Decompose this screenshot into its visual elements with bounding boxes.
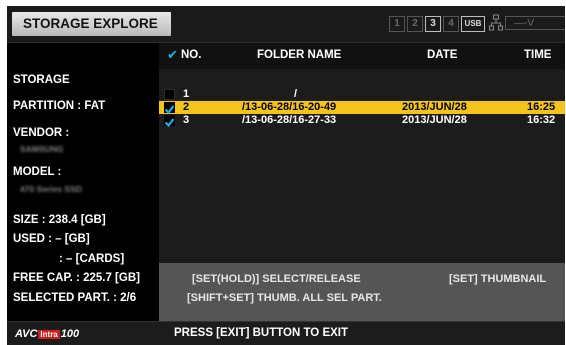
row-date: 2013/JUN/28 bbox=[402, 114, 467, 126]
screen-title: STORAGE EXPLORE bbox=[12, 12, 171, 36]
network-icon bbox=[489, 14, 503, 37]
slot-4-indicator: 4 bbox=[443, 16, 459, 32]
help-select-release: [SET(HOLD)] SELECT/RELEASE bbox=[192, 273, 361, 285]
usb-indicator: USB bbox=[461, 16, 485, 32]
cards-info: : – [CARDS] bbox=[59, 253, 125, 265]
avc-intra-logo: AVC Intra 100 bbox=[15, 327, 79, 341]
used-info: USED : – [GB] bbox=[13, 233, 90, 245]
column-header-date: DATE bbox=[427, 49, 458, 61]
storage-info-panel: STORAGE PARTITION : FAT VENDOR : SAMSUNG… bbox=[7, 43, 159, 321]
row-folder-name: / bbox=[294, 88, 298, 100]
row-date: 2013/JUN/28 bbox=[402, 101, 467, 113]
row-folder-name: /13-06-28/16-27-33 bbox=[242, 114, 337, 126]
model-value: 470 Series SSD bbox=[20, 184, 82, 194]
slot-3-indicator: 3 bbox=[425, 16, 441, 32]
row-folder-name: /13-06-28/16-20-49 bbox=[242, 101, 337, 113]
top-bar: STORAGE EXPLORE 1 2 3 4 USB —-V bbox=[7, 6, 565, 43]
column-header-folder-name: FOLDER NAME bbox=[257, 49, 342, 61]
row-checkbox[interactable] bbox=[164, 89, 175, 100]
row-time: 16:32 bbox=[527, 114, 556, 126]
help-thumb-all: [SHIFT+SET] THUMB. ALL SEL PART. bbox=[187, 292, 382, 304]
check-column-header-icon: ✔ bbox=[167, 47, 178, 62]
folder-list-panel: ✔ NO. FOLDER NAME DATE TIME 1 / 2 /13-06… bbox=[159, 43, 565, 321]
column-header-no: NO. bbox=[181, 49, 202, 61]
row-number: 3 bbox=[183, 114, 190, 126]
model-label: MODEL : bbox=[13, 166, 62, 178]
selected-partition-info: SELECTED PART. : 2/6 bbox=[13, 292, 137, 304]
slot-2-indicator: 2 bbox=[407, 16, 423, 32]
operation-help-panel: [SET(HOLD)] SELECT/RELEASE [SET] THUMBNA… bbox=[159, 263, 565, 321]
logo-number-text: 100 bbox=[60, 328, 80, 340]
slot-1-indicator: 1 bbox=[389, 16, 405, 32]
partition-info: PARTITION : FAT bbox=[13, 100, 106, 112]
row-number: 2 bbox=[183, 101, 190, 113]
logo-avc-text: AVC bbox=[15, 328, 38, 340]
table-row-selected[interactable]: 2 /13-06-28/16-20-49 2013/JUN/28 16:25 bbox=[159, 101, 565, 115]
row-number: 1 bbox=[183, 88, 190, 100]
storage-heading: STORAGE bbox=[13, 74, 70, 86]
exit-instruction: PRESS [EXIT] BUTTON TO EXIT bbox=[174, 327, 349, 339]
table-row[interactable]: 1 / bbox=[159, 88, 565, 101]
row-time: 16:25 bbox=[527, 101, 556, 113]
table-header: ✔ NO. FOLDER NAME DATE TIME bbox=[159, 43, 565, 69]
mode-indicator: —-V bbox=[505, 16, 565, 30]
row-checkbox-checked[interactable] bbox=[164, 102, 175, 115]
vendor-value: SAMSUNG bbox=[20, 144, 64, 154]
vendor-label: VENDOR : bbox=[13, 127, 70, 139]
logo-intra-text: Intra bbox=[38, 330, 60, 339]
storage-explore-screen: STORAGE EXPLORE 1 2 3 4 USB —-V STORAGE … bbox=[7, 6, 565, 345]
size-info: SIZE : 238.4 [GB] bbox=[13, 214, 106, 226]
folder-list: 1 / 2 /13-06-28/16-20-49 2013/JUN/28 16:… bbox=[159, 69, 565, 263]
bottom-bar: AVC Intra 100 PRESS [EXIT] BUTTON TO EXIT bbox=[7, 321, 565, 345]
column-header-time: TIME bbox=[524, 49, 552, 61]
help-thumbnail: [SET] THUMBNAIL bbox=[449, 273, 547, 285]
row-checkbox-checked[interactable] bbox=[164, 115, 175, 128]
free-capacity-info: FREE CAP. : 225.7 [GB] bbox=[13, 272, 140, 284]
check-icon bbox=[164, 118, 175, 128]
table-row[interactable]: 3 /13-06-28/16-27-33 2013/JUN/28 16:32 bbox=[159, 114, 565, 128]
